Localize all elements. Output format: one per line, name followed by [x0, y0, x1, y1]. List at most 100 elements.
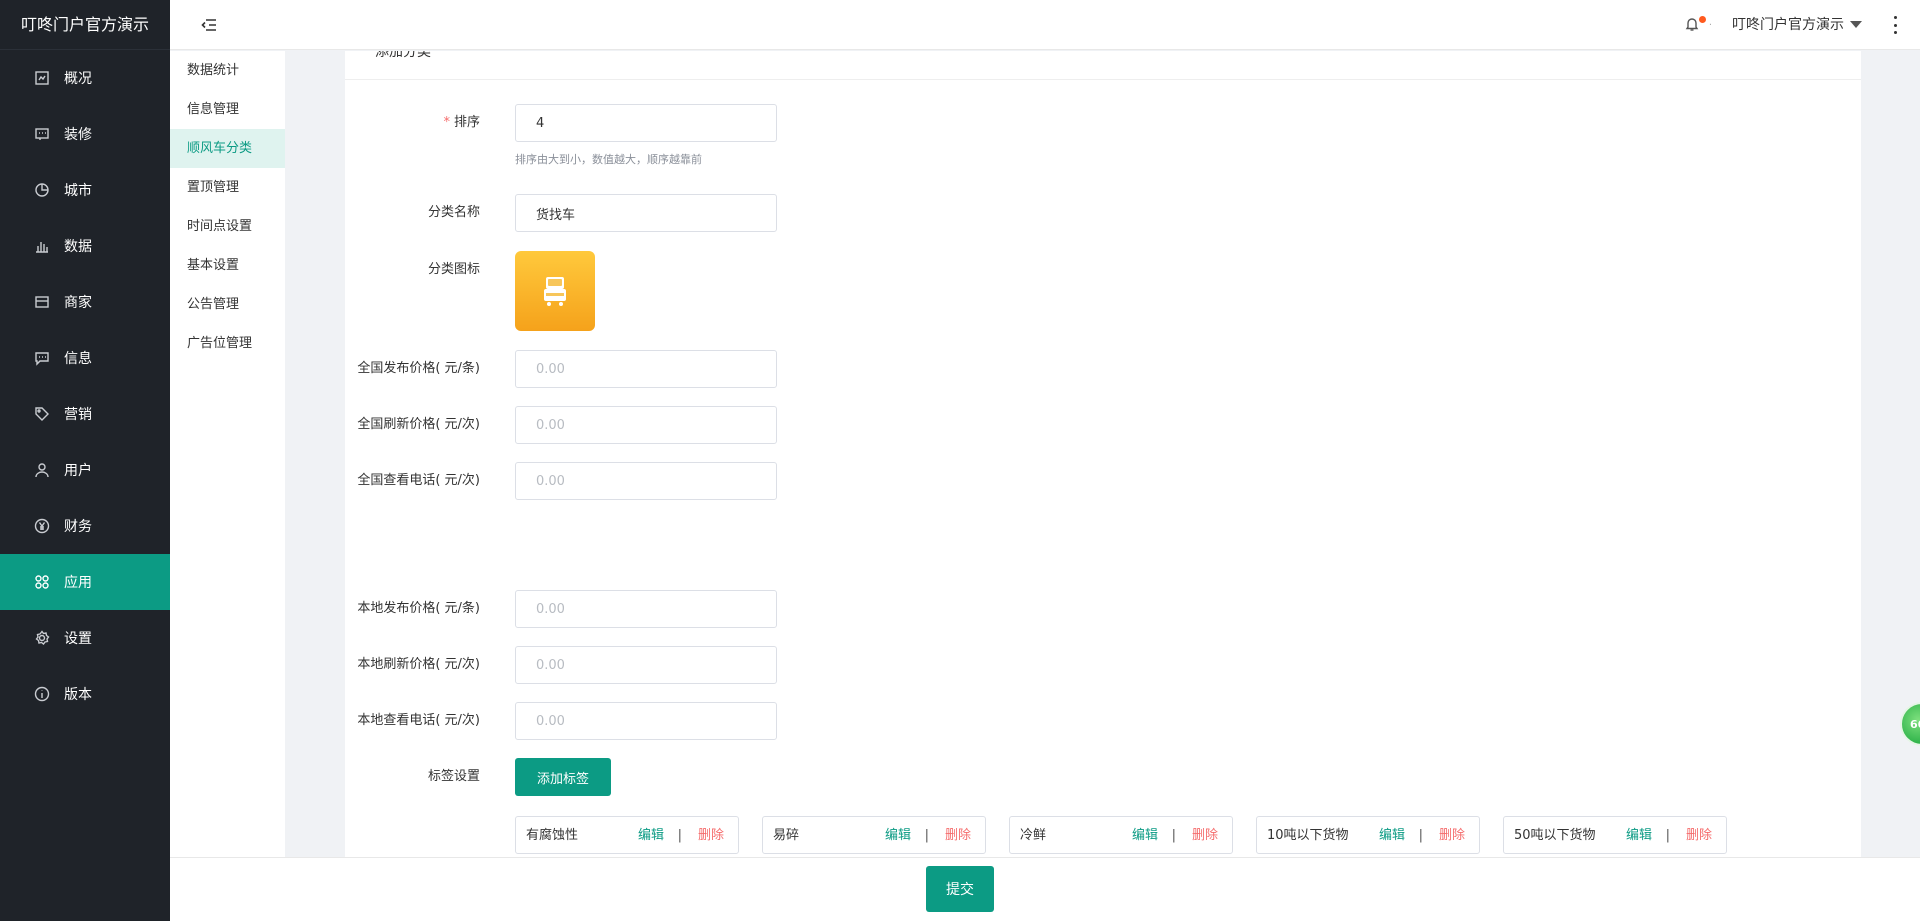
nav-label: 应用 — [64, 575, 92, 591]
submenu-item-info[interactable]: 信息管理 — [170, 90, 285, 129]
card-header: 添加分类 — [345, 51, 1861, 80]
nav-label: 设置 — [64, 631, 92, 647]
overview-icon — [34, 70, 50, 86]
local-phone-row: 本地查看电话( 元/次) — [345, 702, 1245, 740]
tag-item: 有腐蚀性 编辑 | 删除 — [515, 816, 739, 854]
submenu-item-timepoint[interactable]: 时间点设置 — [170, 207, 285, 246]
tag-edit-link[interactable]: 编辑 — [885, 817, 911, 855]
tag-item: 50吨以下货物 编辑 | 删除 — [1503, 816, 1727, 854]
nav-item-settings[interactable]: 设置 — [0, 610, 170, 666]
tag-edit-link[interactable]: 编辑 — [1379, 817, 1405, 855]
nav-label: 城市 — [64, 183, 92, 199]
sort-input[interactable] — [515, 104, 777, 142]
tag-separator: | — [924, 828, 929, 843]
local-phone-label: 本地查看电话( 元/次) — [357, 713, 480, 728]
truck-icon[interactable] — [515, 251, 595, 331]
tag-delete-link[interactable]: 删除 — [1686, 817, 1712, 855]
submenu-item-pin[interactable]: 置顶管理 — [170, 168, 285, 207]
national-phone-label: 全国查看电话( 元/次) — [357, 473, 480, 488]
card-title: 添加分类 — [375, 51, 431, 60]
caret-down-icon — [1850, 20, 1862, 28]
national-publish-label: 全国发布价格( 元/条) — [357, 361, 480, 376]
tags-label: 标签设置 — [427, 769, 480, 784]
tag-delete-link[interactable]: 删除 — [1439, 817, 1465, 855]
nav-item-merchant[interactable]: 商家 — [0, 274, 170, 330]
city-icon — [34, 182, 50, 198]
national-refresh-label: 全国刷新价格( 元/次) — [357, 417, 480, 432]
nav-item-data[interactable]: 数据 — [0, 218, 170, 274]
local-phone-input[interactable] — [515, 702, 777, 740]
floating-assistant-widget[interactable]: 66 — [1900, 702, 1920, 746]
tags-row: 标签设置 添加标签 — [345, 758, 1245, 796]
nav-item-marketing[interactable]: 营销 — [0, 386, 170, 442]
submit-button[interactable]: 提交 — [926, 866, 994, 912]
sort-label: * 排序 — [443, 115, 480, 130]
nav-item-message[interactable]: 信息 — [0, 330, 170, 386]
tag-name: 50吨以下货物 — [1514, 828, 1596, 843]
user-menu[interactable]: 叮咚门户官方演示 — [1732, 14, 1862, 34]
tag-name: 冷鲜 — [1020, 828, 1047, 843]
sort-row: *排序 排序由大到小，数值越大，顺序越靠前 — [345, 104, 1245, 166]
collapse-menu-icon[interactable] — [200, 16, 218, 34]
tag-name: 10吨以下货物 — [1267, 828, 1349, 843]
notification-dot — [1699, 16, 1706, 23]
bottom-action-bar: 提交 — [170, 857, 1920, 921]
tag-delete-link[interactable]: 删除 — [945, 817, 971, 855]
submenu-item-ads[interactable]: 广告位管理 — [170, 324, 285, 363]
decorate-icon — [34, 126, 50, 142]
nav-label: 概况 — [64, 71, 92, 87]
tag-delete-link[interactable]: 删除 — [1192, 817, 1218, 855]
tag-separator: | — [1665, 828, 1670, 843]
local-refresh-input[interactable] — [515, 646, 777, 684]
store-icon — [34, 294, 50, 310]
tag-edit-link[interactable]: 编辑 — [1626, 817, 1652, 855]
form-card: 添加分类 *排序 排序由大到小，数值越大，顺序越靠前 分类名称 分类图标 全国发… — [345, 51, 1861, 857]
add-tag-button[interactable]: 添加标签 — [515, 758, 611, 796]
national-phone-row: 全国查看电话( 元/次) — [345, 462, 1245, 500]
tag-delete-link[interactable]: 删除 — [698, 817, 724, 855]
nav-label: 用户 — [64, 463, 92, 479]
local-publish-input[interactable] — [515, 590, 777, 628]
tag-separator: | — [677, 828, 682, 843]
submenu-item-basic[interactable]: 基本设置 — [170, 246, 285, 285]
required-mark: * — [443, 115, 450, 130]
tag-edit-link[interactable]: 编辑 — [638, 817, 664, 855]
tag-edit-link[interactable]: 编辑 — [1132, 817, 1158, 855]
national-refresh-input[interactable] — [515, 406, 777, 444]
sort-hint: 排序由大到小，数值越大，顺序越靠前 — [515, 153, 702, 166]
local-publish-row: 本地发布价格( 元/条) — [345, 590, 1245, 628]
nav-item-overview[interactable]: 概况 — [0, 50, 170, 106]
tag-separator: | — [1418, 828, 1423, 843]
bar-chart-icon — [34, 238, 50, 254]
yen-icon — [34, 518, 50, 534]
nav-item-version[interactable]: 版本 — [0, 666, 170, 722]
nav-item-apps[interactable]: 应用 — [0, 554, 170, 610]
category-name-input[interactable] — [515, 194, 777, 232]
more-vertical-icon[interactable] — [1892, 16, 1898, 34]
gear-icon — [34, 630, 50, 646]
nav-item-finance[interactable]: 财务 — [0, 498, 170, 554]
local-refresh-row: 本地刷新价格( 元/次) — [345, 646, 1245, 684]
nav-label: 数据 — [64, 239, 92, 255]
national-publish-input[interactable] — [515, 350, 777, 388]
nav-item-user[interactable]: 用户 — [0, 442, 170, 498]
submenu-item-category[interactable]: 顺风车分类 — [170, 129, 285, 168]
user-name-label: 叮咚门户官方演示 — [1732, 17, 1844, 33]
submenu-item-notice[interactable]: 公告管理 — [170, 285, 285, 324]
national-phone-input[interactable] — [515, 462, 777, 500]
tag-item: 冷鲜 编辑 | 删除 — [1009, 816, 1233, 854]
tag-icon — [34, 406, 50, 422]
nav-item-city[interactable]: 城市 — [0, 162, 170, 218]
nav-item-decorate[interactable]: 装修 — [0, 106, 170, 162]
message-icon — [34, 350, 50, 366]
nav-label: 商家 — [64, 295, 92, 311]
national-refresh-row: 全国刷新价格( 元/次) — [345, 406, 1245, 444]
tag-separator: | — [1171, 828, 1176, 843]
user-icon — [34, 462, 50, 478]
submenu-item-stats[interactable]: 数据统计 — [170, 51, 285, 90]
nav-label: 装修 — [64, 127, 92, 143]
brand-title: 叮咚门户官方演示 — [0, 0, 170, 50]
tag-item: 易碎 编辑 | 删除 — [762, 816, 986, 854]
nav-label: 营销 — [64, 407, 92, 423]
info-icon — [34, 686, 50, 702]
